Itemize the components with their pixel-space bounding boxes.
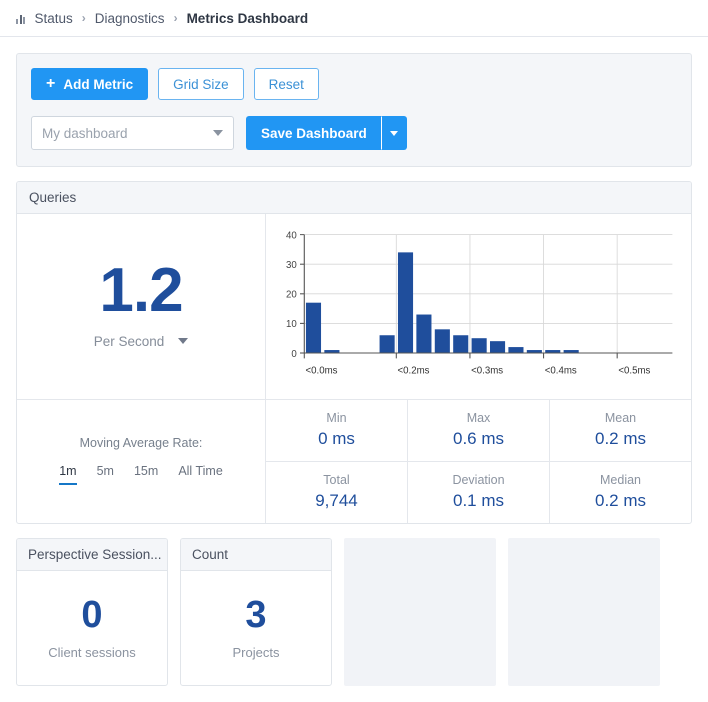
stat-median: Median 0.2 ms (550, 462, 691, 523)
add-metric-label: Add Metric (63, 76, 134, 92)
stat-max: Max 0.6 ms (408, 399, 550, 461)
stat-label: Mean (604, 410, 637, 425)
stat-deviation: Deviation 0.1 ms (408, 461, 550, 523)
stat-value: 0.2 ms (594, 490, 647, 510)
rate-unit-selector[interactable]: Per Second (94, 334, 189, 349)
queries-panel-top: 1.2 Per Second 0 10 20 30 40 <0.0ms <0.2ms <0.3… (17, 214, 691, 400)
chevron-down-icon (178, 338, 189, 345)
svg-text:10: 10 (286, 319, 297, 330)
empty-card-slot[interactable] (508, 537, 660, 686)
page-content: + Add Metric Grid Size Reset My dashboar… (0, 37, 708, 702)
moving-average-tab-5m[interactable]: 5m (97, 464, 114, 483)
breadcrumb-item-status[interactable]: Status (35, 11, 73, 26)
svg-text:30: 30 (286, 260, 297, 271)
stats-grid: Min 0 ms Max 0.6 ms Mean 0.2 ms Total 9,744 Dev… (266, 399, 691, 523)
latency-histogram: 0 10 20 30 40 <0.0ms <0.2ms <0.3ms <0.4ms <0.5ms (272, 226, 681, 393)
bar-chart-icon (16, 13, 27, 24)
moving-average-tab-1m[interactable]: 1m (59, 464, 77, 485)
metric-card: Perspective Session... 0 Client sessions (16, 537, 168, 686)
dashboard-toolbar: + Add Metric Grid Size Reset My dashboar… (16, 53, 692, 167)
rate-value: 1.2 (99, 255, 183, 325)
queries-panel-bottom: Moving Average Rate: 1m 5m 15m All Time Min… (17, 399, 691, 523)
queries-panel-title: Queries (17, 182, 691, 214)
stat-value: 9,744 (315, 490, 358, 510)
save-dashboard-dropdown-button[interactable] (380, 116, 407, 150)
dashboard-select-value[interactable]: My dashboard (31, 116, 234, 150)
stat-label: Median (600, 472, 641, 487)
rate-unit-label: Per Second (93, 333, 165, 349)
add-metric-button[interactable]: + Add Metric (31, 68, 149, 100)
svg-text:20: 20 (286, 290, 297, 301)
stat-value: 0 ms (318, 428, 355, 448)
svg-text:0: 0 (291, 349, 296, 360)
moving-average-rate: Moving Average Rate: 1m 5m 15m All Time (17, 399, 266, 523)
stat-value: 0.6 ms (452, 428, 505, 448)
metric-card: Count 3 Projects (180, 537, 332, 686)
moving-average-tabs: 1m 5m 15m All Time (59, 464, 223, 485)
rate-display: 1.2 Per Second (17, 214, 266, 399)
metric-card-title: Perspective Session... (17, 538, 167, 571)
stat-value: 0.1 ms (452, 490, 505, 510)
latency-histogram-cell: 0 10 20 30 40 <0.0ms <0.2ms <0.3ms <0.4ms <0.5ms (266, 214, 691, 399)
chevron-down-icon (389, 130, 398, 136)
metric-cards: Perspective Session... 0 Client sessions Co… (16, 537, 692, 702)
toolbar-row-actions: + Add Metric Grid Size Reset (31, 68, 677, 100)
histogram-svg: 0 10 20 30 40 <0.0ms <0.2ms <0.3ms <0.4ms <0.5ms (286, 230, 673, 376)
breadcrumb-item-diagnostics[interactable]: Diagnostics (95, 11, 165, 26)
moving-average-tab-all-time[interactable]: All Time (178, 464, 222, 483)
stats-row: Total 9,744 Deviation 0.1 ms Median 0.2 ms (266, 461, 691, 523)
grid-size-button[interactable]: Grid Size (158, 68, 244, 100)
svg-text:<0.3ms: <0.3ms (471, 365, 503, 376)
reset-button[interactable]: Reset (253, 68, 319, 100)
stat-label: Deviation (452, 472, 505, 487)
empty-card-slot[interactable] (344, 537, 496, 686)
save-dashboard-button[interactable]: Save Dashboard (246, 116, 381, 150)
stat-mean: Mean 0.2 ms (550, 400, 691, 461)
toolbar-row-dashboard: My dashboard Save Dashboard (31, 116, 677, 150)
metric-card-value: 3 (245, 593, 267, 636)
breadcrumb: Status › Diagnostics › Metrics Dashboard (0, 0, 708, 37)
metric-card-value: 0 (81, 593, 103, 636)
breadcrumb-separator-icon: › (173, 11, 178, 25)
stat-total: Total 9,744 (266, 461, 408, 523)
svg-text:<0.4ms: <0.4ms (545, 365, 577, 376)
dashboard-select[interactable]: My dashboard (31, 116, 234, 150)
stats-row: Min 0 ms Max 0.6 ms Mean 0.2 ms (266, 399, 691, 462)
moving-average-title: Moving Average Rate: (79, 435, 203, 450)
metric-card-body: 0 Client sessions (17, 571, 167, 685)
page-title: Metrics Dashboard (186, 10, 309, 26)
moving-average-tab-15m[interactable]: 15m (134, 464, 158, 483)
stat-label: Total (323, 472, 350, 487)
plus-icon: + (46, 75, 56, 92)
metric-card-body: 3 Projects (181, 571, 331, 685)
svg-text:<0.5ms: <0.5ms (618, 365, 650, 376)
svg-text:<0.0ms: <0.0ms (306, 365, 338, 376)
metric-card-label: Client sessions (48, 644, 136, 660)
metric-card-label: Projects (232, 644, 280, 660)
breadcrumb-separator-icon: › (81, 11, 86, 25)
metric-card-title: Count (181, 538, 331, 571)
stat-value: 0.2 ms (594, 428, 647, 448)
stat-label: Max (466, 410, 491, 425)
svg-text:<0.2ms: <0.2ms (398, 365, 430, 376)
save-dashboard-split-button: Save Dashboard (246, 116, 407, 150)
svg-text:40: 40 (286, 230, 297, 241)
stat-min: Min 0 ms (266, 399, 408, 461)
queries-panel: Queries 1.2 Per Second 0 10 20 30 40 <0.0ms <0… (16, 181, 692, 524)
stat-label: Min (326, 410, 347, 425)
